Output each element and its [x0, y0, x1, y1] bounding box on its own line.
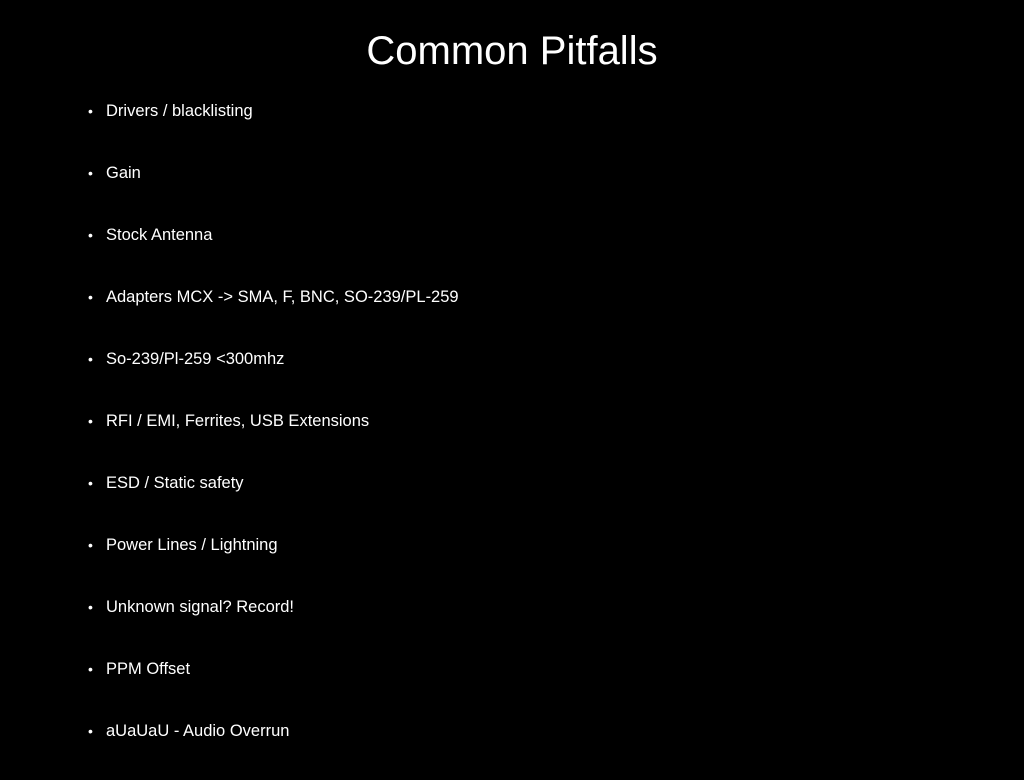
bullet-text: RFI / EMI, Ferrites, USB Extensions — [106, 412, 370, 430]
bullet-icon: • — [88, 413, 93, 429]
bullet-icon: • — [88, 227, 93, 243]
bullet-text: Gain — [106, 164, 141, 182]
bullet-icon: • — [88, 723, 93, 739]
bullet-icon: • — [88, 289, 93, 305]
list-item: • aUaUaU - Audio Overrun — [88, 718, 459, 780]
bullet-icon: • — [88, 165, 93, 181]
list-item: • Adapters MCX -> SMA, F, BNC, SO-239/PL… — [88, 284, 459, 346]
list-item: • Stock Antenna — [88, 222, 459, 284]
bullet-text: Drivers / blacklisting — [106, 102, 253, 120]
list-item: • PPM Offset — [88, 656, 459, 718]
bullet-text: So-239/Pl-259 <300mhz — [106, 350, 285, 368]
list-item: • So-239/Pl-259 <300mhz — [88, 346, 459, 408]
bullet-list: • Drivers / blacklisting • Gain • Stock … — [88, 98, 459, 780]
list-item: • Drivers / blacklisting — [88, 98, 459, 160]
bullet-text: PPM Offset — [106, 660, 191, 678]
bullet-icon: • — [88, 537, 93, 553]
bullet-text: Unknown signal? Record! — [106, 598, 295, 616]
bullet-icon: • — [88, 475, 93, 491]
list-item: • Gain — [88, 160, 459, 222]
list-item: • Unknown signal? Record! — [88, 594, 459, 656]
bullet-icon: • — [88, 661, 93, 677]
bullet-icon: • — [88, 103, 93, 119]
slide: Common Pitfalls • Drivers / blacklisting… — [0, 0, 1024, 768]
bullet-icon: • — [88, 599, 93, 615]
bullet-text: Adapters MCX -> SMA, F, BNC, SO-239/PL-2… — [106, 288, 459, 306]
list-item: • ESD / Static safety — [88, 470, 459, 532]
bullet-text: aUaUaU - Audio Overrun — [106, 722, 290, 740]
bullet-text: ESD / Static safety — [106, 474, 244, 492]
bullet-text: Stock Antenna — [106, 226, 213, 244]
bullet-icon: • — [88, 351, 93, 367]
bullet-text: Power Lines / Lightning — [106, 536, 278, 554]
list-item: • RFI / EMI, Ferrites, USB Extensions — [88, 408, 459, 470]
list-item: • Power Lines / Lightning — [88, 532, 459, 594]
slide-title: Common Pitfalls — [366, 29, 658, 73]
